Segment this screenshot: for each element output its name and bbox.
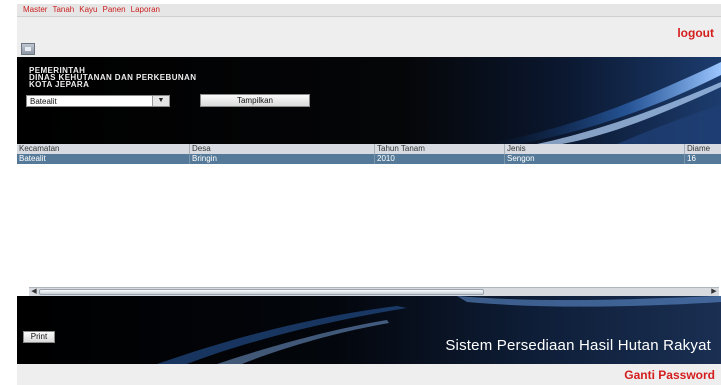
- cell-diameter: 16: [687, 154, 696, 163]
- menu-bar: Master Tanah Kayu Panen Laporan: [17, 4, 721, 17]
- app-title: Sistem Persediaan Hasil Hutan Rakyat: [445, 337, 711, 354]
- scrollbar-thumb[interactable]: [39, 289, 484, 295]
- header-banner: PEMERINTAH DINAS KEHUTANAN DAN PERKEBUNA…: [17, 57, 721, 144]
- arrow-right-icon[interactable]: ▶: [709, 288, 719, 296]
- menu-laporan[interactable]: Laporan: [131, 4, 160, 16]
- column-header-diameter[interactable]: Diame: [685, 144, 721, 154]
- cell-kecamatan: Batealit: [17, 154, 190, 164]
- menu-tanah[interactable]: Tanah: [52, 4, 74, 16]
- kecamatan-select[interactable]: Batealit ▼: [26, 95, 170, 107]
- show-button[interactable]: Tampilkan: [200, 94, 310, 107]
- table-row[interactable]: Batealit Bringin 2010 Sengon 16: [17, 154, 721, 164]
- column-header-kecamatan[interactable]: Kecamatan: [17, 144, 190, 154]
- column-header-tahun-tanam[interactable]: Tahun Tanam: [375, 144, 505, 154]
- app-window: Master Tanah Kayu Panen Laporan logout P…: [17, 4, 721, 385]
- print-button[interactable]: Print: [23, 331, 55, 343]
- footer-banner: Print Sistem Persediaan Hasil Hutan Raky…: [17, 296, 721, 364]
- cell-desa: Bringin: [190, 154, 375, 164]
- change-password-link[interactable]: Ganti Password: [624, 368, 715, 382]
- window-icon[interactable]: [21, 43, 35, 55]
- kecamatan-select-value: Batealit: [30, 97, 57, 106]
- menu-kayu[interactable]: Kayu: [79, 4, 97, 16]
- header-line-3: KOTA JEPARA: [29, 80, 90, 89]
- data-table: Kecamatan Desa Tahun Tanam Jenis Diame B…: [17, 144, 721, 296]
- column-header-desa[interactable]: Desa: [190, 144, 375, 154]
- chevron-down-icon[interactable]: ▼: [152, 96, 169, 106]
- logout-link[interactable]: logout: [677, 26, 714, 40]
- cell-jenis: Sengon: [505, 154, 685, 164]
- menu-panen[interactable]: Panen: [102, 4, 125, 16]
- cell-tahun-tanam: 2010: [375, 154, 505, 164]
- arrow-left-icon[interactable]: ◀: [29, 288, 39, 296]
- horizontal-scrollbar[interactable]: ◀ ▶: [29, 287, 719, 296]
- menu-master[interactable]: Master: [23, 4, 47, 16]
- column-header-jenis[interactable]: Jenis: [505, 144, 685, 154]
- bottom-bar: Ganti Password: [17, 364, 721, 385]
- header-title: PEMERINTAH DINAS KEHUTANAN DAN PERKEBUNA…: [29, 67, 196, 89]
